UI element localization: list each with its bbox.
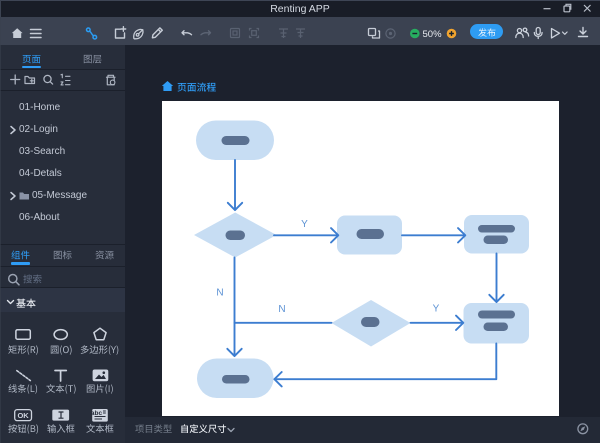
svg-text:Y: Y	[433, 303, 440, 314]
svg-text:OK: OK	[17, 411, 29, 420]
svg-text:N: N	[216, 287, 223, 298]
svg-text:N: N	[278, 304, 285, 315]
svg-text:Y: Y	[301, 219, 308, 230]
